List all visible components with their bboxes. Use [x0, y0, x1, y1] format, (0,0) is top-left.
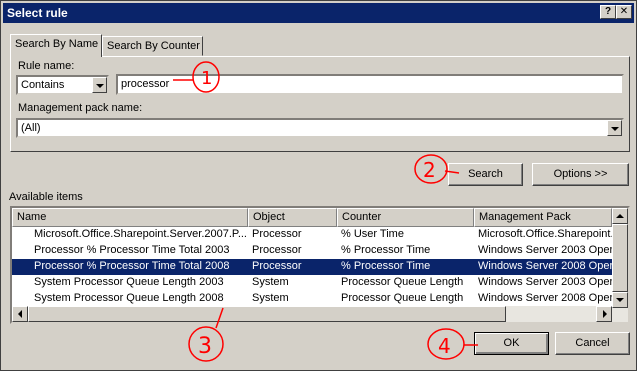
annotation-label-1: 1	[201, 68, 212, 89]
cell-object: System	[252, 292, 289, 304]
dialog-title: Select rule	[7, 6, 68, 20]
cancel-button[interactable]: Cancel	[555, 332, 630, 355]
cell-management-pack: Windows Server 2003 Opera	[478, 244, 612, 256]
cell-management-pack: Windows Server 2003 Opera	[478, 276, 612, 288]
management-pack-label: Management pack name:	[18, 102, 143, 114]
scroll-up-button[interactable]	[612, 208, 628, 224]
available-items-list[interactable]: Name Object Counter Management Pack Micr…	[10, 206, 630, 324]
cell-object: Processor	[252, 260, 302, 272]
cell-name: Processor % Processor Time Total 2003	[34, 244, 230, 256]
cell-counter: % Processor Time	[341, 260, 431, 272]
cell-object: Processor	[252, 244, 302, 256]
table-row[interactable]: Processor % Processor Time Total 2003 Pr…	[12, 243, 612, 259]
help-button[interactable]: ?	[600, 5, 616, 19]
scroll-right-button[interactable]	[596, 306, 612, 322]
cell-counter: Processor Queue Length	[341, 276, 464, 288]
cell-name: Microsoft.Office.Sharepoint.Server.2007.…	[34, 228, 246, 240]
chevron-down-icon[interactable]	[607, 120, 622, 136]
chevron-right-icon	[603, 310, 607, 318]
cell-name: System Processor Queue Length 2008	[34, 292, 224, 304]
cell-management-pack: Windows Server 2008 Opera	[478, 260, 612, 272]
cell-object: System	[252, 276, 289, 288]
horizontal-scrollbar[interactable]	[12, 306, 612, 322]
cell-counter: % User Time	[341, 228, 404, 240]
annotation-mark-3: 3	[188, 307, 224, 362]
cell-counter: Processor Queue Length	[341, 292, 464, 304]
close-button[interactable]: ✕	[616, 5, 632, 19]
chevron-left-icon	[18, 310, 22, 318]
table-row[interactable]: System Processor Queue Length 2003 Syste…	[12, 275, 612, 291]
annotation-label-4: 4	[438, 334, 451, 358]
vertical-scrollbar[interactable]	[612, 208, 628, 322]
available-items-label: Available items	[9, 191, 83, 203]
cell-name: Processor % Processor Time Total 2008	[34, 260, 230, 272]
operator-select[interactable]: Contains	[16, 75, 109, 95]
annotation-mark-4: 4	[427, 328, 478, 360]
ok-button[interactable]: OK	[474, 332, 549, 355]
table-row-selected[interactable]: Processor % Processor Time Total 2008 Pr…	[12, 259, 612, 275]
vertical-scroll-thumb[interactable]	[612, 224, 628, 292]
horizontal-scroll-thumb[interactable]	[28, 306, 506, 322]
table-row[interactable]: System Processor Queue Length 2008 Syste…	[12, 291, 612, 307]
cell-name: System Processor Queue Length 2003	[34, 276, 224, 288]
rule-name-label: Rule name:	[18, 60, 75, 72]
chevron-down-icon	[616, 298, 624, 302]
table-row[interactable]: Microsoft.Office.Sharepoint.Server.2007.…	[12, 227, 612, 243]
cell-counter: % Processor Time	[341, 244, 431, 256]
tab-search-by-name[interactable]: Search By Name	[10, 34, 102, 57]
annotation-label-2: 2	[423, 158, 436, 182]
annotation-mark-1: 1	[173, 61, 220, 93]
annotation-mark-2: 2	[414, 154, 460, 184]
title-bar: Select rule ? ✕	[3, 3, 634, 23]
chevron-up-icon	[616, 214, 624, 218]
annotation-label-3: 3	[198, 334, 212, 359]
column-header-counter[interactable]: Counter	[337, 208, 474, 227]
scroll-left-button[interactable]	[12, 306, 28, 322]
rule-name-input-value: processor	[121, 78, 170, 90]
cell-management-pack: Windows Server 2008 Opera	[478, 292, 612, 304]
select-rule-dialog: Select rule ? ✕ Search By Name Search By…	[0, 0, 637, 371]
operator-select-value: Contains	[21, 79, 65, 91]
management-pack-select-value: (All)	[21, 122, 41, 134]
cell-management-pack: Microsoft.Office.Sharepoint.Se	[478, 228, 612, 240]
scroll-down-button[interactable]	[612, 292, 628, 308]
cell-object: Processor	[252, 228, 302, 240]
column-header-management-pack[interactable]: Management Pack	[474, 208, 612, 227]
chevron-down-icon[interactable]	[92, 77, 107, 93]
options-button[interactable]: Options >>	[532, 163, 629, 186]
tab-search-by-counter[interactable]: Search By Counter	[102, 36, 203, 56]
management-pack-select[interactable]: (All)	[16, 118, 624, 138]
column-header-object[interactable]: Object	[248, 208, 337, 227]
column-header-name[interactable]: Name	[12, 208, 248, 227]
